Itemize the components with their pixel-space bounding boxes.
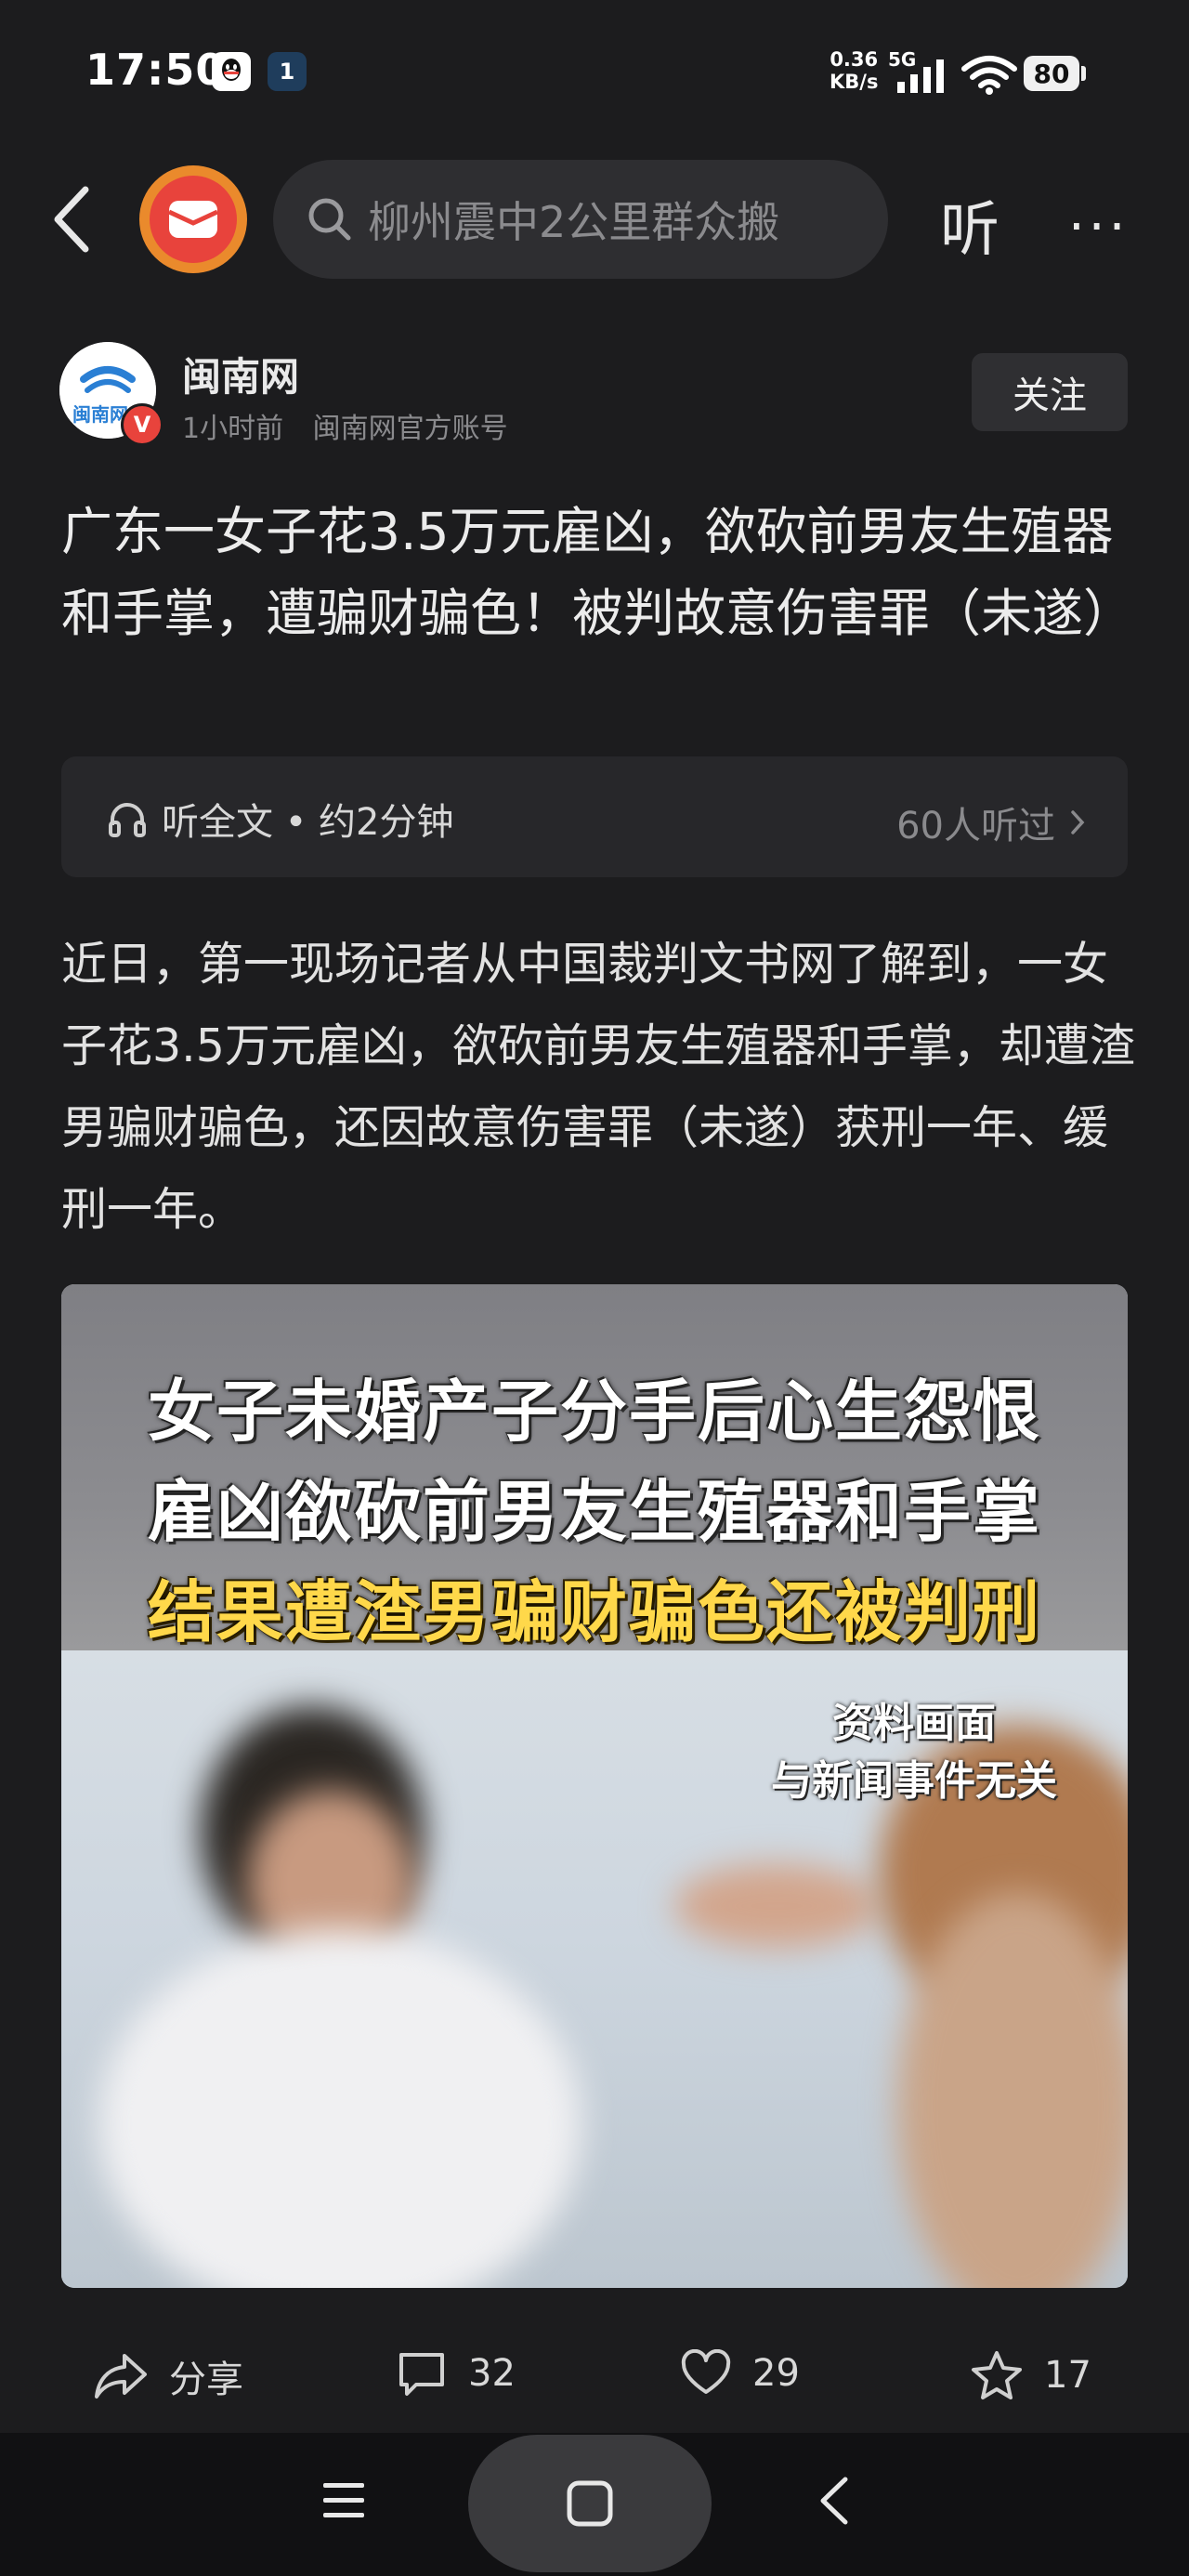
more-options-button[interactable]: ··· xyxy=(1068,197,1129,257)
headphones-icon xyxy=(109,803,146,837)
image-headline-line3: 结果遭渣男骗财骗色还被判刑 xyxy=(147,1573,1041,1651)
signal-icon xyxy=(897,59,944,93)
status-time: 17:50 xyxy=(85,45,227,95)
home-square-icon xyxy=(567,2480,613,2527)
listen-full-text-label: 听全文 • 约2分钟 xyxy=(162,801,454,844)
like-button[interactable]: 29 xyxy=(680,2349,800,2398)
star-icon xyxy=(972,2351,1022,2399)
favorite-button[interactable]: 17 xyxy=(970,2349,1091,2401)
image-headline-line2: 雇凶欲砍前男友生殖器和手掌 xyxy=(147,1473,1041,1551)
network-speed: 0.36 KB/s xyxy=(830,48,879,93)
back-arrow-icon[interactable] xyxy=(45,182,100,256)
image-headline-line1: 女子未婚产子分手后心生怨恨 xyxy=(147,1373,1041,1451)
image-disclaimer: 资料画面 与新闻事件无关 xyxy=(771,1700,1057,1805)
avatar-text: 闽南网 xyxy=(72,403,128,426)
menu-icon[interactable] xyxy=(321,2479,366,2520)
man-shirt-shape xyxy=(98,1929,581,2288)
listen-count: 60人听过 xyxy=(896,795,1087,849)
follow-button[interactable]: 关注 xyxy=(972,353,1128,431)
action-bar: 分享 32 29 17 xyxy=(0,2331,1189,2424)
heart-icon xyxy=(681,2349,731,2394)
nav-back-icon[interactable] xyxy=(817,2476,851,2526)
listen-button[interactable]: 听 xyxy=(940,182,1000,268)
news-image[interactable]: 女子未婚产子分手后心生怨恨 雇凶欲砍前男友生殖器和手掌 结果遭渣男骗财骗色还被判… xyxy=(61,1284,1128,2288)
app-notification-icon: 1 xyxy=(268,52,307,91)
app-logo-button[interactable] xyxy=(139,165,247,273)
chevron-right-icon xyxy=(1071,810,1085,835)
qq-notification-icon xyxy=(212,52,251,91)
author-meta: 1小时前 闽南网官方账号 xyxy=(182,405,508,446)
home-button[interactable] xyxy=(468,2435,712,2572)
battery-tip xyxy=(1081,66,1086,81)
search-placeholder: 柳州震中2公里群众搬 xyxy=(368,197,780,247)
hand-shape xyxy=(674,1864,879,1948)
account-type: 闽南网官方账号 xyxy=(312,413,508,445)
logo-icon xyxy=(150,176,237,263)
listen-count-label: 60人听过 xyxy=(896,805,1055,848)
like-count: 29 xyxy=(752,2352,800,2395)
comment-icon xyxy=(399,2353,444,2396)
article-body: 近日，第一现场记者从中国裁判文书网了解到，一女子花3.5万元雇凶，欲砍前男友生殖… xyxy=(61,938,1135,1236)
battery-indicator: 80 xyxy=(1024,56,1079,91)
share-icon xyxy=(95,2354,147,2399)
share-label: 分享 xyxy=(169,2359,243,2401)
search-icon xyxy=(308,198,351,241)
wifi-icon xyxy=(961,56,1017,95)
listen-full-text: 听全文 • 约2分钟 xyxy=(106,792,453,846)
author-name[interactable]: 闽南网 xyxy=(182,346,299,402)
favorite-count: 17 xyxy=(1044,2354,1091,2397)
comment-count: 32 xyxy=(468,2352,516,2395)
share-button[interactable]: 分享 xyxy=(93,2349,243,2403)
listen-full-text-bar[interactable]: 听全文 • 约2分钟 60人听过 xyxy=(61,756,1128,877)
verified-badge: V xyxy=(121,403,163,446)
article-title: 广东一女子花3.5万元雇凶，欲砍前男友生殖器和手掌，遭骗财骗色！被判故意伤害罪（… xyxy=(61,502,1135,643)
post-time: 1小时前 xyxy=(182,413,284,445)
search-box[interactable]: 柳州震中2公里群众搬 xyxy=(273,160,888,279)
comment-button[interactable]: 32 xyxy=(396,2349,516,2398)
